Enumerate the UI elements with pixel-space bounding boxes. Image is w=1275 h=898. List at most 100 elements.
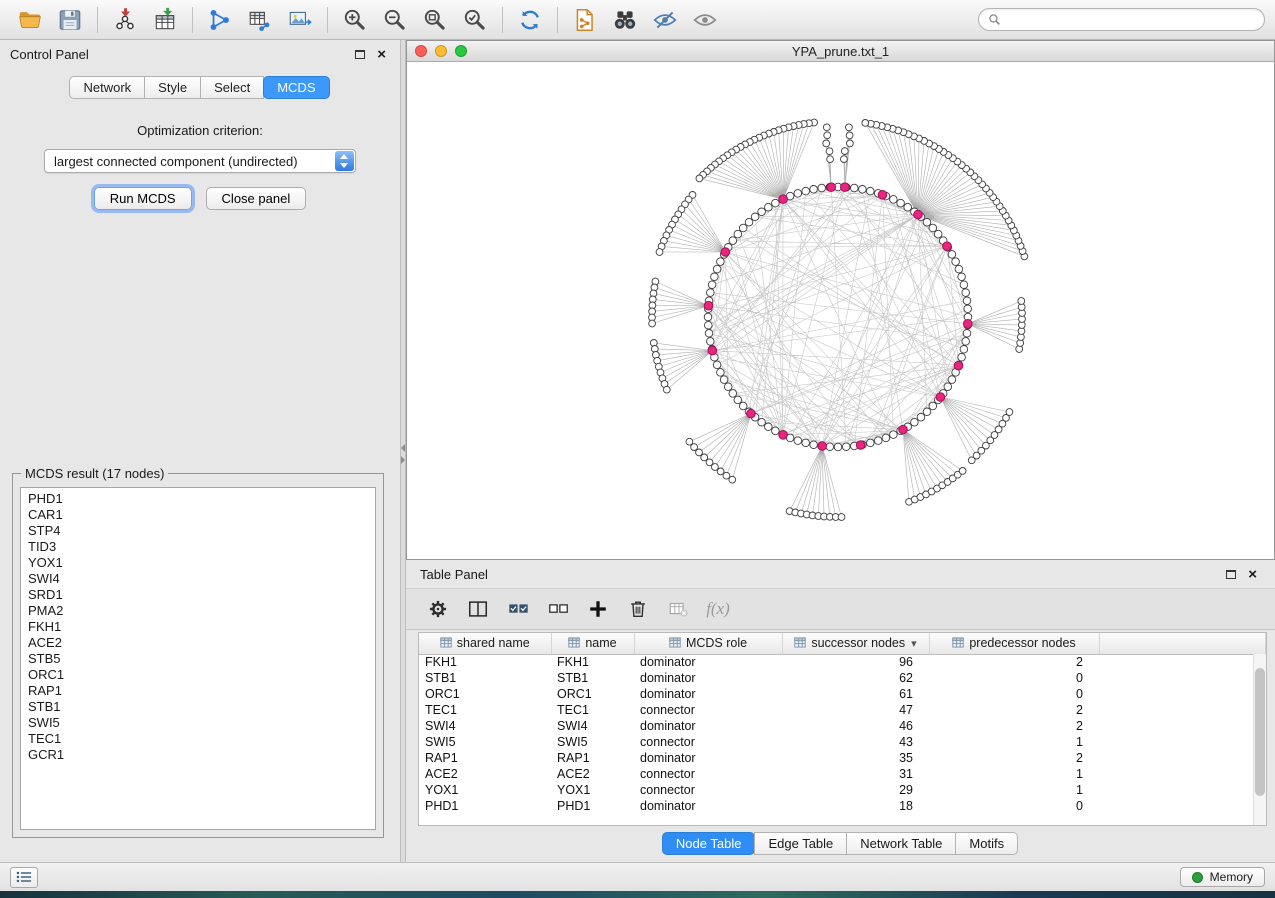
table-row[interactable]: TEC1TEC1connector472 [419,702,1266,718]
network-node[interactable] [964,305,972,313]
table-row[interactable]: FKH1FKH1dominator962 [419,654,1266,670]
cell-predecessor-nodes[interactable]: 1 [929,782,1099,798]
network-node[interactable] [958,353,966,361]
dominator-node[interactable] [721,248,730,257]
network-node[interactable] [962,289,970,297]
mcds-result-item[interactable]: SWI4 [28,571,368,587]
network-node[interactable] [963,330,971,338]
cell-mcds-role[interactable]: connector [634,734,782,750]
network-node[interactable] [962,338,970,346]
network-leaf-node[interactable] [846,124,853,131]
cell-shared-name[interactable]: YOX1 [419,782,551,798]
minimize-window-icon[interactable] [435,45,447,57]
network-node[interactable] [751,213,759,221]
cell-predecessor-nodes[interactable]: 2 [929,750,1099,766]
table-row[interactable]: SWI4SWI4dominator462 [419,718,1266,734]
network-leaf-node[interactable] [827,156,834,163]
run-mcds-button[interactable]: Run MCDS [94,187,192,210]
cell-name[interactable]: ACE2 [551,766,634,782]
network-node[interactable] [705,330,713,338]
network-node[interactable] [842,443,850,451]
mcds-result-item[interactable]: SRD1 [28,587,368,603]
cell-mcds-role[interactable]: dominator [634,750,782,766]
network-node[interactable] [960,346,968,354]
network-node[interactable] [707,338,715,346]
float-table-panel-icon[interactable] [1226,570,1236,579]
mcds-result-item[interactable]: STB5 [28,651,368,667]
cell-predecessor-nodes[interactable]: 0 [929,670,1099,686]
dominator-node[interactable] [779,431,788,440]
dominator-node[interactable] [856,441,865,450]
cell-shared-name[interactable]: FKH1 [419,654,551,670]
cell-name[interactable]: ORC1 [551,686,634,702]
dominator-node[interactable] [704,301,713,310]
network-leaf-node[interactable] [846,132,853,139]
mcds-result-item[interactable]: GCR1 [28,747,368,763]
network-leaf-node[interactable] [729,476,736,483]
network-node[interactable] [794,437,802,445]
dominator-node[interactable] [943,242,952,251]
network-node[interactable] [890,196,898,204]
tab-network[interactable]: Network [69,76,145,99]
cell-successor-nodes[interactable]: 18 [782,798,929,814]
close-window-icon[interactable] [415,45,427,57]
refresh-button[interactable] [510,4,550,36]
network-leaf-node[interactable] [717,468,724,475]
network-node[interactable] [734,230,742,238]
network-node[interactable] [960,281,968,289]
cell-name[interactable]: SWI5 [551,734,634,750]
export-table-button[interactable] [240,4,280,36]
zoom-in-button[interactable] [335,4,375,36]
column-header-predecessor-nodes[interactable]: predecessor nodes [929,633,1099,654]
network-node[interactable] [758,208,766,216]
network-leaf-node[interactable] [826,148,833,155]
cell-name[interactable]: RAP1 [551,750,634,766]
network-node[interactable] [952,258,960,266]
network-leaf-node[interactable] [712,464,719,471]
cell-mcds-role[interactable]: connector [634,766,782,782]
column-header-name[interactable]: name [551,633,634,654]
cell-shared-name[interactable]: RAP1 [419,750,551,766]
network-node[interactable] [944,383,952,391]
dominator-node[interactable] [936,393,945,402]
mcds-result-list[interactable]: PHD1CAR1STP4TID3YOX1SWI4SRD1PMA2FKH1ACE2… [20,487,376,830]
mcds-result-item[interactable]: PHD1 [28,491,368,507]
network-node[interactable] [729,237,737,245]
eye-slash-button[interactable] [645,4,685,36]
dominator-node[interactable] [818,442,827,451]
mcds-result-item[interactable]: STP4 [28,523,368,539]
optimization-criterion-select[interactable]: largest connected component (undirected) [44,149,356,173]
network-leaf-node[interactable] [824,132,831,139]
cell-predecessor-nodes[interactable]: 1 [929,734,1099,750]
network-node[interactable] [963,297,971,305]
search-box[interactable] [978,8,1265,31]
network-node[interactable] [765,203,773,211]
import-network-button[interactable] [105,4,145,36]
network-leaf-node[interactable] [841,148,848,155]
table-row[interactable]: PHD1PHD1dominator180 [419,798,1266,814]
cell-successor-nodes[interactable]: 46 [782,718,929,734]
search-input[interactable] [1007,13,1255,27]
dominator-node[interactable] [779,195,788,204]
dominator-node[interactable] [841,183,850,192]
cell-predecessor-nodes[interactable]: 1 [929,766,1099,782]
network-node[interactable] [802,187,810,195]
network-leaf-node[interactable] [663,386,670,393]
unchecked-boxes-button[interactable] [542,593,574,625]
network-leaf-node[interactable] [696,175,703,182]
network-leaf-node[interactable] [838,514,845,521]
export-network-button[interactable] [200,4,240,36]
binoculars-button[interactable] [605,4,645,36]
network-node[interactable] [948,376,956,384]
mcds-result-item[interactable]: CAR1 [28,507,368,523]
import-table-button[interactable] [145,4,185,36]
mcds-result-item[interactable]: FKH1 [28,619,368,635]
eye-button[interactable] [685,4,725,36]
cell-predecessor-nodes[interactable]: 0 [929,798,1099,814]
network-leaf-node[interactable] [649,320,656,327]
mcds-result-item[interactable]: ACE2 [28,635,368,651]
dominator-node[interactable] [964,320,973,329]
network-leaf-node[interactable] [723,472,730,479]
network-node[interactable] [810,441,818,449]
mcds-result-item[interactable]: YOX1 [28,555,368,571]
